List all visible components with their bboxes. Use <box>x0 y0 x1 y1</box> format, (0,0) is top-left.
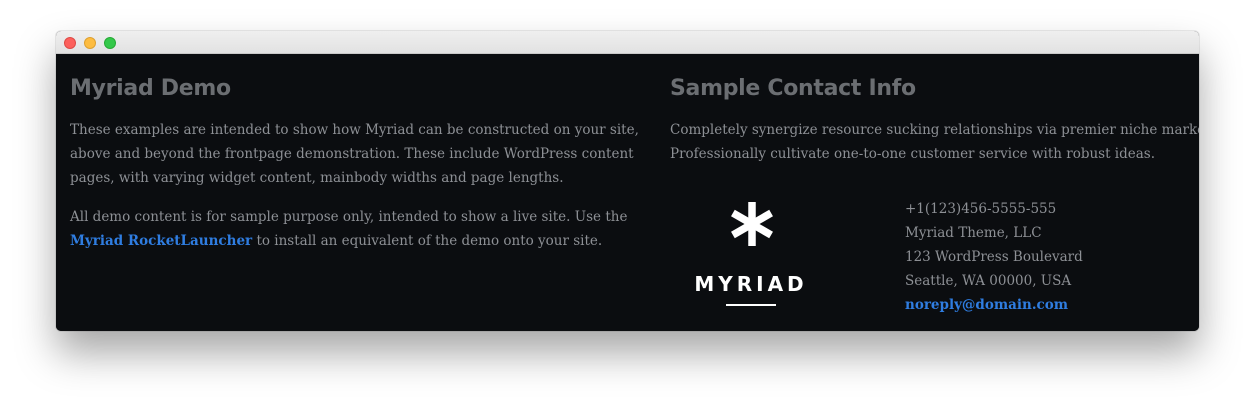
close-window-button[interactable] <box>64 37 76 49</box>
contact-heading: Sample Contact Info <box>670 76 916 101</box>
browser-window: Myriad Demo These examples are intended … <box>56 31 1199 331</box>
logo-wordmark: MYRIAD <box>694 272 808 296</box>
demo-disclaimer: All demo content is for sample purpose o… <box>70 205 630 253</box>
demo-description-line: above and beyond the frontpage demonstra… <box>70 146 634 162</box>
contact-phone: +1(123)456-5555-555 <box>905 201 1057 217</box>
contact-company: Myriad Theme, LLC <box>905 225 1042 241</box>
minimize-window-button[interactable] <box>84 37 96 49</box>
contact-street: 123 WordPress Boulevard <box>905 249 1083 265</box>
demo-disclaimer-rest: to install an equivalent of the demo ont… <box>252 233 603 249</box>
rocketlauncher-link[interactable]: Myriad RocketLauncher <box>70 233 252 249</box>
demo-disclaimer-line: All demo content is for sample purpose o… <box>70 209 628 225</box>
contact-address: +1(123)456-5555-555 Myriad Theme, LLC 12… <box>905 197 1083 317</box>
asterisk-logo-icon <box>731 202 773 246</box>
demo-disclaimer-line: Myriad RocketLauncher to install an equi… <box>70 229 630 253</box>
demo-heading: Myriad Demo <box>70 76 231 101</box>
contact-description: Completely synergize resource sucking re… <box>670 118 1199 166</box>
demo-description-line: pages, with varying widget content, main… <box>70 170 564 186</box>
logo-underline <box>726 304 776 306</box>
contact-city: Seattle, WA 00000, USA <box>905 273 1072 289</box>
contact-email-line: noreply@domain.com <box>905 293 1083 317</box>
window-titlebar <box>56 31 1199 54</box>
demo-description-line: These examples are intended to show how … <box>70 122 639 138</box>
footer-content: Myriad Demo These examples are intended … <box>56 54 1199 331</box>
contact-email-link[interactable]: noreply@domain.com <box>905 297 1068 313</box>
demo-description: These examples are intended to show how … <box>70 118 639 190</box>
myriad-logo[interactable]: MYRIAD <box>694 200 808 308</box>
contact-description-line: Professionally cultivate one-to-one cust… <box>670 146 1156 162</box>
contact-description-line: Completely synergize resource sucking re… <box>670 122 1199 138</box>
maximize-window-button[interactable] <box>104 37 116 49</box>
